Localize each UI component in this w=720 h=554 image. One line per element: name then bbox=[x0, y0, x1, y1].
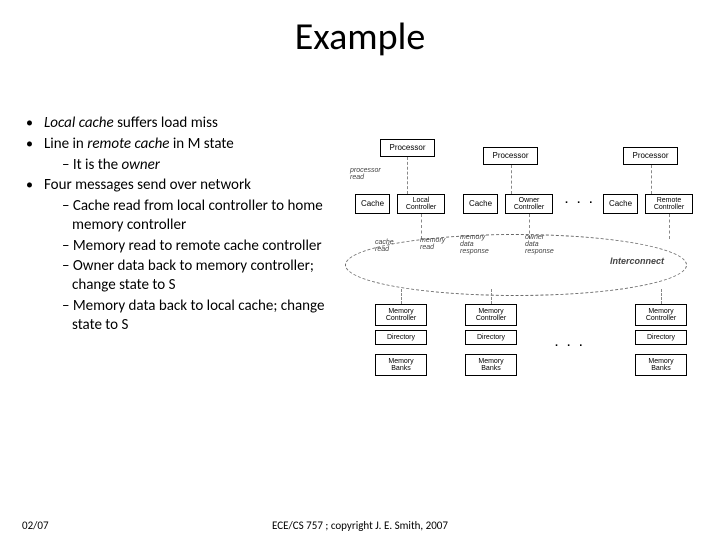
cache-read-label: cacheread bbox=[375, 239, 394, 253]
local-controller-box: LocalController bbox=[397, 194, 445, 214]
bullet-3-sub1: – Cache read from local controller to ho… bbox=[62, 197, 350, 235]
processor-box: Processor bbox=[380, 139, 435, 157]
slide-title: Example bbox=[0, 14, 720, 60]
processor-read-label: processorread bbox=[350, 167, 381, 181]
owner-controller-box: OwnerController bbox=[505, 194, 553, 214]
bullet-2: Line in remote cache in M state – It is … bbox=[20, 135, 350, 175]
bullet-2-sub: – It is the owner bbox=[62, 156, 350, 175]
directory-3: Directory bbox=[635, 330, 687, 345]
top-ellipsis: . . . bbox=[565, 194, 595, 206]
owner-data-resp-label: ownerdataresponse bbox=[525, 234, 554, 255]
mem-banks-3: MemoryBanks bbox=[635, 354, 687, 376]
bullet-3-sub2: – Memory read to remote cache controller bbox=[62, 237, 350, 256]
processor-box-3: Processor bbox=[623, 147, 678, 165]
mem-ctrl-1: MemoryController bbox=[375, 304, 427, 326]
directory-2: Directory bbox=[465, 330, 517, 345]
memory-read-label: memoryread bbox=[420, 237, 445, 251]
mem-ctrl-2: MemoryController bbox=[465, 304, 517, 326]
remote-controller-box: RemoteController bbox=[645, 194, 693, 214]
footer-copyright: ECE/CS 757 ; copyright J. E. Smith, 2007 bbox=[0, 519, 720, 532]
bullet-content: Local cache suffers load miss Line in re… bbox=[20, 114, 350, 336]
architecture-diagram: Processor Cache LocalController processo… bbox=[355, 139, 705, 419]
bullet-3-sub3: – Owner data back to memory controller; … bbox=[62, 257, 350, 295]
bullet-3: Four messages send over network – Cache … bbox=[20, 176, 350, 334]
processor-box-2: Processor bbox=[483, 147, 538, 165]
cache-box: Cache bbox=[355, 194, 390, 214]
bullet-1: Local cache suffers load miss bbox=[20, 114, 350, 133]
bottom-ellipsis: . . . bbox=[555, 337, 585, 349]
mem-ctrl-3: MemoryController bbox=[635, 304, 687, 326]
cache-box-3: Cache bbox=[603, 194, 638, 214]
mem-banks-2: MemoryBanks bbox=[465, 354, 517, 376]
directory-1: Directory bbox=[375, 330, 427, 345]
mem-data-resp-label: memorydataresponse bbox=[460, 234, 489, 255]
bullet-3-sub4: – Memory data back to local cache; chang… bbox=[62, 297, 350, 335]
mem-banks-1: MemoryBanks bbox=[375, 354, 427, 376]
interconnect-label: Interconnect bbox=[610, 257, 664, 266]
cache-box-2: Cache bbox=[463, 194, 498, 214]
